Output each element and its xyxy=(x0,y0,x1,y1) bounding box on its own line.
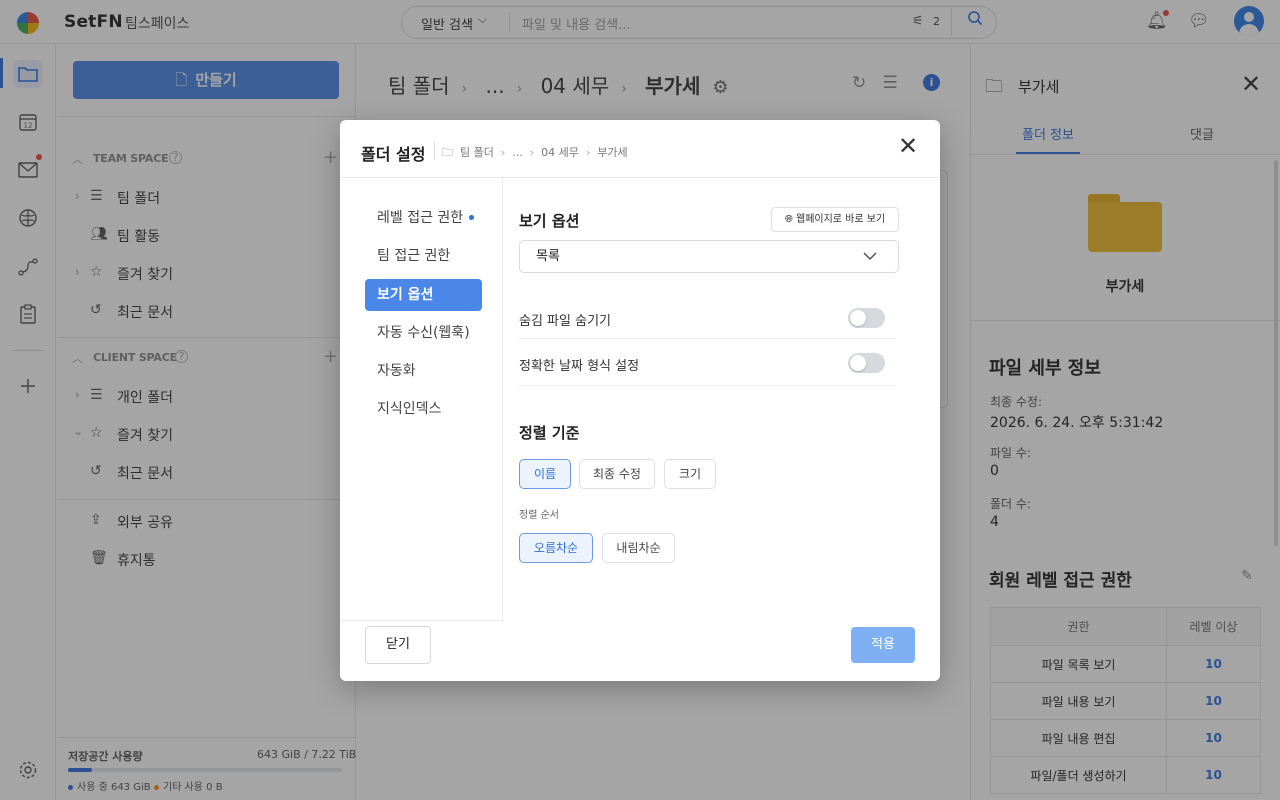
chevron-right-icon: › xyxy=(500,146,506,159)
close-button[interactable]: 닫기 xyxy=(365,626,431,664)
hide-hidden-files-label: 숨김 파일 숨기기 xyxy=(519,314,611,329)
sort-by-modified-button[interactable]: 최종 수정 xyxy=(579,459,655,489)
nav-webhook[interactable]: 자동 수신(웹훅) xyxy=(365,317,482,349)
nav-divider xyxy=(502,178,503,622)
nav-indicator-dot xyxy=(469,215,474,220)
web-view-button[interactable]: 🌐︎ 웹페이지로 바로 보기 xyxy=(771,207,899,232)
chevron-down-icon[interactable] xyxy=(862,244,878,268)
folder-settings-dialog: 폴더 설정 🗀 팀 폴더 ›... › 04 세무 › 부가세 ✕ 레벨 접근 권한 팀 접… xyxy=(340,120,940,681)
row-divider xyxy=(519,338,896,339)
nav-knowledge-index[interactable]: 지식인덱스 xyxy=(365,393,482,425)
apply-button[interactable]: 적용 xyxy=(851,627,915,663)
sort-by-name-button[interactable]: 이름 xyxy=(519,459,571,489)
nav-bottom-divider xyxy=(340,620,503,621)
view-options-title: 보기 옵션 xyxy=(519,212,580,230)
sort-title: 정렬 기준 xyxy=(519,424,580,442)
nav-automation[interactable]: 자동화 xyxy=(365,355,482,387)
dialog-breadcrumb: 🗀 팀 폴더 ›... › 04 세무 › 부가세 xyxy=(442,144,635,163)
chevron-right-icon: › xyxy=(529,146,535,159)
breadcrumb-item: ... xyxy=(512,146,523,159)
sort-order-label: 정렬 순서 xyxy=(519,510,559,521)
breadcrumb-item: 04 세무 xyxy=(541,146,579,159)
view-type-select[interactable]: 목록 xyxy=(519,240,899,273)
web-view-label: 웹페이지로 바로 보기 xyxy=(796,214,886,225)
nav-team-access[interactable]: 팀 접근 권한 xyxy=(365,240,482,272)
breadcrumb-item: 팀 폴더 xyxy=(460,146,494,159)
exact-date-format-label: 정확한 날짜 형식 설정 xyxy=(519,359,640,374)
chevron-right-icon: › xyxy=(585,146,591,159)
nav-view-options[interactable]: 보기 옵션 xyxy=(365,279,482,311)
folder-outline-icon: 🗀 xyxy=(442,146,453,159)
title-divider xyxy=(434,142,435,160)
dialog-header-divider xyxy=(340,177,940,178)
descending-button[interactable]: 내림차순 xyxy=(602,533,675,563)
row-divider xyxy=(519,385,896,386)
nav-level-access[interactable]: 레벨 접근 권한 xyxy=(365,202,482,234)
hide-hidden-files-toggle[interactable] xyxy=(848,308,885,328)
dialog-title: 폴더 설정 xyxy=(361,145,426,164)
close-icon[interactable]: ✕ xyxy=(898,132,918,160)
ascending-button[interactable]: 오름차순 xyxy=(519,533,593,563)
exact-date-format-toggle[interactable] xyxy=(848,353,885,373)
sort-by-size-button[interactable]: 크기 xyxy=(664,459,716,489)
breadcrumb-item: 부가세 xyxy=(597,146,628,159)
globe-icon: 🌐︎ xyxy=(784,214,793,225)
